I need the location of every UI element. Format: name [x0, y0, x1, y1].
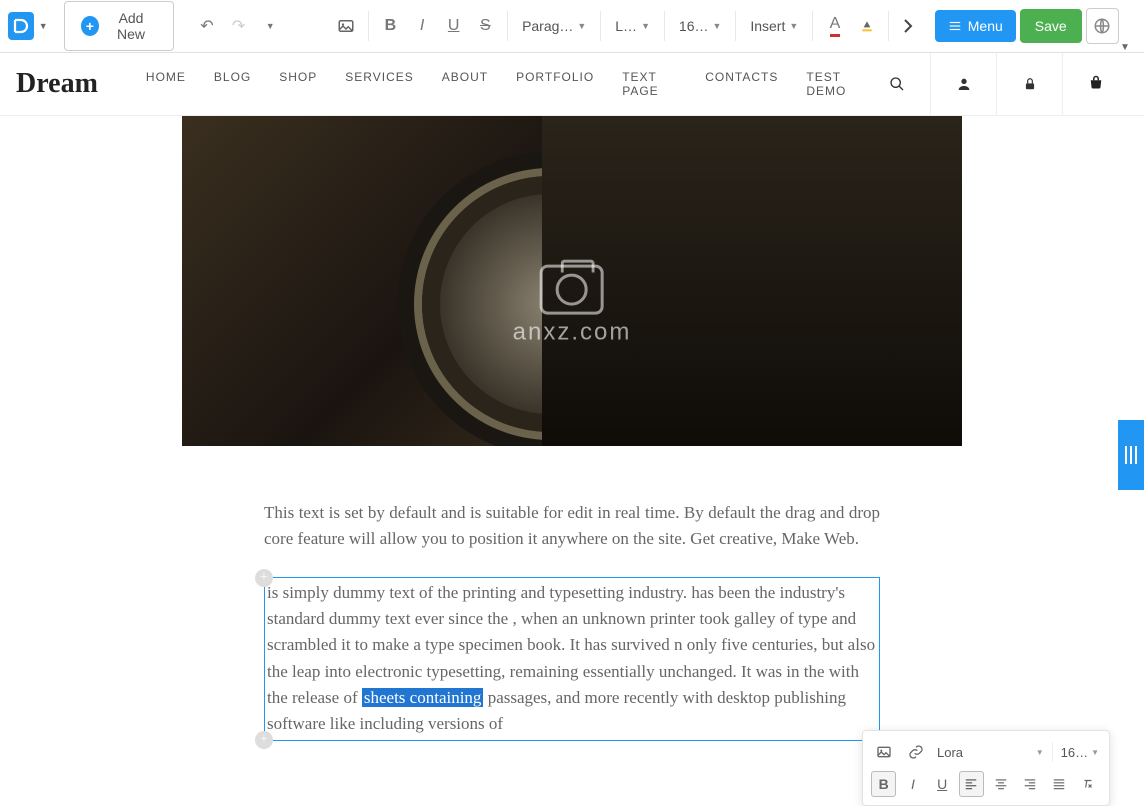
ft-underline-button[interactable]: U	[930, 771, 955, 797]
plus-icon: +	[81, 16, 99, 36]
menu-label: Menu	[968, 18, 1003, 34]
watermark: anxz.com	[513, 265, 632, 347]
strike-button[interactable]: S	[472, 11, 500, 41]
bold-button[interactable]: B	[377, 11, 405, 41]
floating-text-toolbar: Lora▼ 16…▼ B I U	[862, 730, 1110, 806]
ft-image-icon[interactable]	[871, 739, 897, 765]
nav-shop[interactable]: SHOP	[279, 70, 317, 98]
camera-icon	[540, 265, 604, 315]
nav-textpage[interactable]: TEXT PAGE	[622, 70, 677, 98]
ft-italic-button[interactable]: I	[900, 771, 925, 797]
underline-button[interactable]: U	[440, 11, 468, 41]
lock-icon[interactable]	[996, 53, 1062, 116]
ft-link-icon[interactable]	[903, 739, 929, 765]
font-dropdown[interactable]: L…▼	[609, 14, 656, 38]
image-icon[interactable]	[332, 11, 360, 41]
search-icon[interactable]	[864, 53, 930, 116]
paragraph-dropdown[interactable]: Parag…▼	[516, 14, 592, 38]
main-toolbar: ▼ + Add New ↶ ↷ ▼ B I U S Parag…▼ L…▼ 16…	[0, 0, 1144, 53]
nav-portfolio[interactable]: PORTFOLIO	[516, 70, 594, 98]
ft-align-justify-button[interactable]	[1047, 771, 1072, 797]
editable-text-block[interactable]: + is simply dummy text of the printing a…	[264, 577, 880, 741]
nav-links: HOME BLOG SHOP SERVICES ABOUT PORTFOLIO …	[146, 70, 864, 98]
add-new-label: Add New	[105, 10, 157, 42]
ft-font-dropdown[interactable]: Lora▼	[935, 741, 1046, 764]
app-logo[interactable]	[8, 12, 34, 40]
more-tools-button[interactable]	[897, 18, 919, 34]
nav-services[interactable]: SERVICES	[345, 70, 413, 98]
add-above-handle[interactable]: +	[255, 569, 273, 587]
intro-text[interactable]: This text is set by default and is suita…	[264, 500, 880, 553]
ft-align-center-button[interactable]	[988, 771, 1013, 797]
undo-button[interactable]: ↶	[193, 11, 221, 41]
grip-icon	[1125, 446, 1137, 464]
hero-image[interactable]: anxz.com	[182, 116, 962, 446]
redo-button[interactable]: ↷	[225, 11, 253, 41]
text-color-button[interactable]: A	[821, 11, 849, 41]
add-new-button[interactable]: + Add New	[64, 1, 174, 51]
size-dropdown[interactable]: 16…▼	[673, 14, 728, 38]
add-below-handle[interactable]: +	[255, 731, 273, 749]
nav-home[interactable]: HOME	[146, 70, 186, 98]
ft-size-dropdown[interactable]: 16…▼	[1059, 741, 1101, 764]
ft-align-left-button[interactable]	[959, 771, 984, 797]
user-icon[interactable]	[930, 53, 996, 116]
nav-testdemo[interactable]: TEST DEMO	[806, 70, 864, 98]
bg-color-button[interactable]	[853, 11, 881, 41]
app-logo-caret[interactable]: ▼	[39, 21, 48, 31]
page-content: anxz.com This text is set by default and…	[0, 116, 1144, 781]
history-caret[interactable]: ▼	[256, 11, 284, 41]
toolbar-end-caret[interactable]: ▼	[1120, 42, 1130, 53]
ft-clear-format-button[interactable]	[1076, 771, 1101, 797]
nav-contacts[interactable]: CONTACTS	[705, 70, 778, 98]
site-brand[interactable]: Dream	[16, 68, 98, 100]
text-selection: sheets containing	[362, 688, 484, 707]
menu-button[interactable]: Menu	[935, 10, 1016, 42]
italic-button[interactable]: I	[408, 11, 436, 41]
save-button[interactable]: Save	[1020, 9, 1082, 43]
side-panel-tab[interactable]	[1118, 420, 1144, 490]
ft-bold-button[interactable]: B	[871, 771, 896, 797]
ft-align-right-button[interactable]	[1017, 771, 1042, 797]
site-navbar: Dream HOME BLOG SHOP SERVICES ABOUT PORT…	[0, 53, 1144, 116]
publish-button[interactable]	[1086, 8, 1119, 44]
insert-dropdown[interactable]: Insert▼	[744, 14, 804, 38]
nav-blog[interactable]: BLOG	[214, 70, 251, 98]
nav-about[interactable]: ABOUT	[442, 70, 488, 98]
cart-icon[interactable]	[1062, 53, 1128, 116]
